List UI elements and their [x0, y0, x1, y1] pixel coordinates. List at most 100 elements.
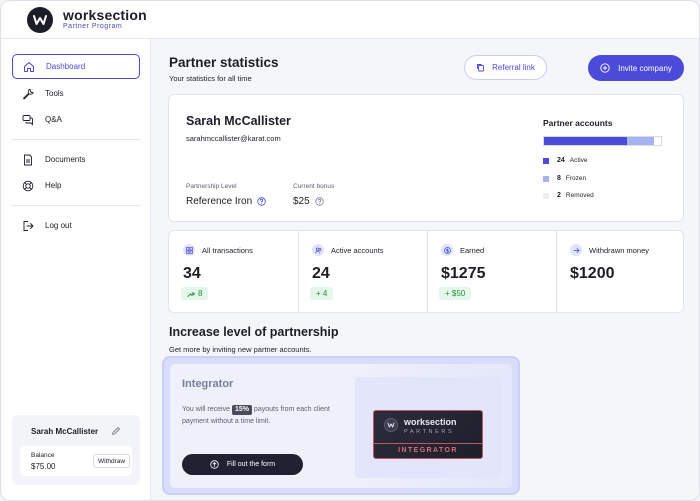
- stat-title-text: Withdrawn money: [589, 245, 650, 255]
- stat-active-accounts: Active accounts 24 + 4: [298, 231, 427, 312]
- sidebar-item-label: Dashboard: [46, 62, 86, 71]
- brand-name: worksection: [63, 7, 147, 23]
- app-window: worksection Partner Program Dashboard To…: [0, 0, 700, 501]
- logout-icon: [23, 220, 34, 231]
- home-icon: [24, 61, 34, 72]
- sidebar-item-label: Q&A: [45, 115, 62, 124]
- plus-circle-icon: [600, 63, 610, 73]
- invite-company-label: Invite company: [618, 63, 672, 73]
- legend-label: Frozen: [565, 175, 587, 182]
- sidebar-item-label: Log out: [45, 221, 72, 230]
- user-email: sarahmccallister@karat.com: [186, 134, 281, 143]
- copy-icon: [477, 64, 485, 72]
- chat-icon: [22, 114, 33, 126]
- sidebar-item-tools[interactable]: Tools: [12, 81, 140, 106]
- stat-title-text: Earned: [460, 245, 485, 255]
- users-icon: [312, 244, 324, 256]
- legend-frozen: 8 Frozen: [543, 175, 586, 182]
- stat-title: Withdrawn money: [570, 244, 649, 256]
- integrator-certificate: worksection PARTNERS INTEGRATOR: [373, 410, 483, 459]
- stat-value: 34: [183, 265, 201, 282]
- certificate-brand: worksection: [404, 417, 457, 427]
- sidebar-item-logout[interactable]: Log out: [12, 213, 140, 238]
- invite-company-button[interactable]: Invite company: [588, 55, 684, 81]
- certificate-type: INTEGRATOR: [398, 447, 458, 454]
- arrow-out-icon: [570, 244, 582, 256]
- top-bar: worksection Partner Program: [1, 1, 699, 39]
- question-icon[interactable]: [314, 197, 324, 206]
- referral-link-button[interactable]: Referral link: [464, 55, 547, 80]
- question-icon[interactable]: [257, 197, 266, 206]
- legend-label: Active: [569, 157, 588, 164]
- current-bonus-value: $25: [293, 196, 324, 207]
- partnership-title: Increase level of partnership: [169, 325, 339, 339]
- bar-segment-active: [544, 137, 627, 145]
- balance-box: Balance $75.00 Withdraw: [20, 446, 132, 476]
- lifebuoy-icon: [22, 180, 34, 191]
- promo-percent: 15%: [231, 405, 252, 415]
- stat-all-transactions: All transactions 34 8: [169, 231, 298, 312]
- user-name: Sarah McCallister: [186, 114, 291, 128]
- user-summary-card: Sarah McCallister sarahmccallister@karat…: [168, 94, 684, 222]
- partner-accounts-bar: [543, 136, 662, 146]
- stat-value: $1200: [570, 265, 615, 282]
- page-subtitle: Your statistics for all time: [169, 74, 252, 83]
- legend-swatch-frozen: [543, 175, 549, 182]
- legend-count: 2: [557, 192, 561, 199]
- bar-segment-frozen: [626, 137, 655, 145]
- stat-title: Earned: [441, 244, 484, 256]
- sidebar-divider: [12, 139, 140, 140]
- wrench-icon: [23, 88, 34, 99]
- stat-value: 24: [312, 265, 330, 282]
- sidebar-item-label: Tools: [45, 89, 64, 98]
- stats-card: All transactions 34 8 Active accounts 24…: [168, 230, 684, 313]
- arrow-up-circle-icon: [210, 460, 219, 469]
- certificate-partners: PARTNERS: [404, 429, 455, 435]
- stat-badge-text: + 4: [316, 289, 328, 298]
- stat-badge-text: + $50: [445, 289, 466, 298]
- sidebar-item-qa[interactable]: Q&A: [12, 107, 140, 132]
- stat-badge: + $50: [439, 287, 472, 300]
- balance-label: Balance: [31, 452, 55, 459]
- promo-text: You will receive 15% payouts from each c…: [182, 404, 342, 428]
- stat-badge: 8: [181, 287, 209, 300]
- worksection-logo-icon[interactable]: [27, 7, 53, 33]
- fill-out-form-label: Fill out the form: [226, 461, 276, 468]
- sidebar: Dashboard Tools Q&A Documents Help Log o…: [1, 39, 151, 500]
- partnership-level-label: Partnership Level: [186, 183, 237, 190]
- sidebar-item-label: Documents: [45, 155, 86, 164]
- certificate-divider: [374, 443, 482, 444]
- trend-up-icon: [187, 292, 195, 297]
- partnership-level-text: Reference Iron: [186, 196, 253, 207]
- stat-earned: Earned $1275 + $50: [427, 231, 556, 312]
- balance-value: $75.00: [31, 462, 56, 471]
- dollar-icon: [441, 244, 453, 256]
- sidebar-item-label: Help: [45, 181, 62, 190]
- legend-count: 8: [557, 175, 561, 182]
- sidebar-item-documents[interactable]: Documents: [12, 147, 140, 172]
- edit-icon[interactable]: [111, 426, 121, 436]
- fill-out-form-button[interactable]: Fill out the form: [182, 454, 303, 475]
- certificate-preview: worksection PARTNERS INTEGRATOR: [355, 377, 502, 478]
- sidebar-item-dashboard[interactable]: Dashboard: [12, 54, 140, 79]
- sidebar-divider: [12, 205, 140, 206]
- legend-count: 24: [557, 157, 565, 164]
- legend-swatch-removed: [543, 192, 549, 199]
- stat-title-text: All transactions: [202, 245, 253, 255]
- grid-icon: [183, 244, 195, 256]
- legend-label: Removed: [565, 192, 594, 199]
- worksection-logo-icon: [384, 418, 398, 432]
- stat-title-text: Active accounts: [331, 245, 384, 255]
- stat-title: Active accounts: [312, 244, 384, 256]
- partnership-subtitle: Get more by inviting new partner account…: [169, 345, 312, 354]
- partnership-level-value: Reference Iron: [186, 196, 266, 207]
- brand-subtitle: Partner Program: [63, 23, 123, 30]
- document-icon: [24, 154, 32, 165]
- profile-name: Sarah McCallister: [31, 427, 99, 436]
- withdraw-button[interactable]: Withdraw: [93, 454, 130, 468]
- integrator-promo-inner: Integrator You will receive 15% payouts …: [170, 364, 512, 488]
- legend-removed: 2 Removed: [543, 192, 594, 199]
- sidebar-item-help[interactable]: Help: [12, 173, 140, 198]
- integrator-promo-card: Integrator You will receive 15% payouts …: [162, 356, 520, 495]
- referral-link-label: Referral link: [492, 63, 535, 72]
